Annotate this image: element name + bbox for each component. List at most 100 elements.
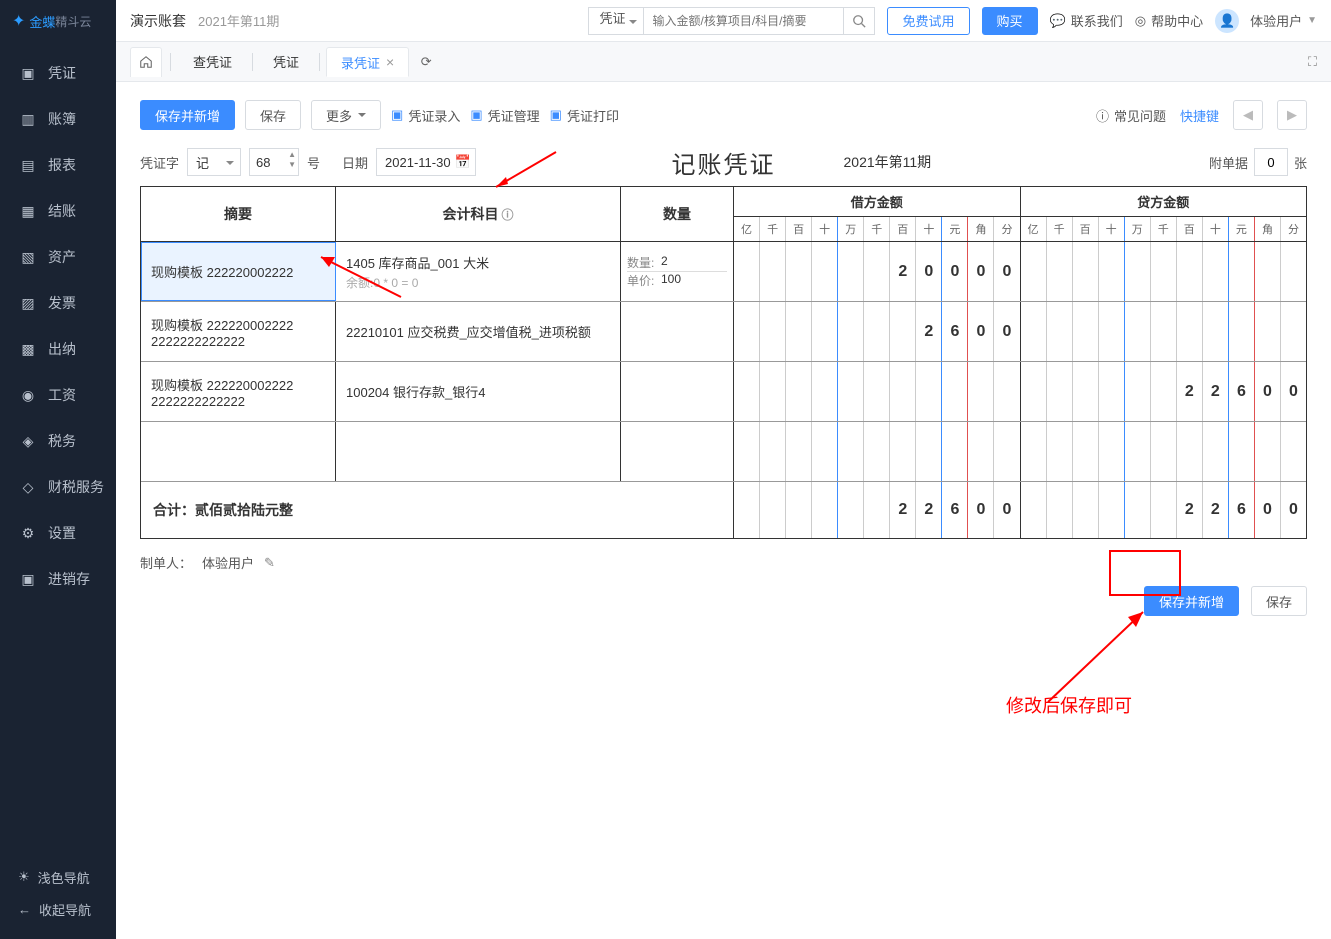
sidebar-footer-item-0[interactable]: ☀浅色导航 bbox=[0, 861, 116, 893]
unit-cell: 千 bbox=[1151, 217, 1177, 241]
save-and-new-button[interactable]: 保存并新增 bbox=[140, 100, 235, 130]
search-input[interactable] bbox=[643, 7, 843, 35]
sidebar-footer-item-1[interactable]: ←收起导航 bbox=[0, 893, 116, 925]
shortcut-link[interactable]: 快捷键 bbox=[1180, 106, 1219, 125]
sidebar-item-3[interactable]: ▦结账 bbox=[0, 188, 116, 234]
faq-link[interactable]: ⓘ常见问题 bbox=[1096, 106, 1166, 125]
amt-cell bbox=[734, 362, 760, 421]
sidebar-item-2[interactable]: ▤报表 bbox=[0, 142, 116, 188]
nav-icon: ▨ bbox=[18, 295, 38, 312]
table-row[interactable]: 现购模板 2222200022221405 库存商品_001 大米余额:0 * … bbox=[141, 242, 1306, 302]
more-button[interactable]: 更多 bbox=[311, 100, 381, 130]
user-menu[interactable]: 👤 体验用户 ▼ bbox=[1215, 9, 1317, 33]
cell-account[interactable]: 22210101 应交税费_应交增值税_进项税额 bbox=[336, 302, 620, 361]
fullscreen-button[interactable]: ⛶ bbox=[1308, 54, 1317, 70]
amt-cell bbox=[734, 302, 760, 361]
voucher-word-select[interactable]: 记 bbox=[187, 148, 241, 176]
buy-button[interactable]: 购买 bbox=[982, 7, 1038, 35]
amt-cell: 0 bbox=[1281, 482, 1306, 538]
voucher-head: 凭证字 记 68 ▲▼ 号 日期 2021-11-30 📅 记账凭证 2021年… bbox=[140, 148, 1307, 176]
edit-maker-icon[interactable]: ✎ bbox=[264, 555, 275, 571]
cell-debit[interactable]: 2600 bbox=[734, 302, 1021, 361]
cell-abstract[interactable]: 现购模板 222220002222 2222222222222 bbox=[141, 302, 335, 361]
unit-cell: 角 bbox=[968, 217, 994, 241]
voucher-number-input[interactable]: 68 ▲▼ bbox=[249, 148, 299, 176]
footer-save-new-button[interactable]: 保存并新增 bbox=[1144, 586, 1239, 616]
cell-credit[interactable]: 22600 bbox=[1021, 362, 1307, 421]
amt-cell: 0 bbox=[942, 242, 968, 301]
nav-icon: ▩ bbox=[18, 341, 38, 358]
cell-credit[interactable] bbox=[1021, 302, 1307, 361]
main: 演示账套 2021年第11期 凭证 免费试用 购买 💬 联系我们 ◎ 帮助中心 … bbox=[116, 0, 1331, 939]
sidebar-item-6[interactable]: ▩出纳 bbox=[0, 326, 116, 372]
sidebar-item-8[interactable]: ◈税务 bbox=[0, 418, 116, 464]
nav-label: 报表 bbox=[48, 155, 76, 175]
cell-abstract[interactable]: 现购模板 222220002222 bbox=[141, 242, 335, 301]
table-row[interactable]: 现购模板 222220002222 2222222222222100204 银行… bbox=[141, 362, 1306, 422]
cell-quantity[interactable] bbox=[621, 302, 733, 361]
amt-cell bbox=[786, 482, 812, 538]
tab-2[interactable]: 录凭证× bbox=[326, 47, 409, 77]
search-button[interactable] bbox=[843, 7, 875, 35]
attach-count-input[interactable] bbox=[1254, 148, 1288, 176]
voucher-manage-link[interactable]: ▣凭证管理 bbox=[470, 106, 539, 125]
amt-cell: 0 bbox=[994, 242, 1019, 301]
cell-credit[interactable] bbox=[1021, 242, 1307, 301]
tab-close-icon[interactable]: × bbox=[386, 54, 394, 70]
tab-refresh[interactable]: ⟳ bbox=[411, 47, 441, 77]
amt-cell bbox=[1281, 302, 1306, 361]
tab-1[interactable]: 凭证 bbox=[259, 47, 313, 77]
sidebar-item-1[interactable]: ▥账簿 bbox=[0, 96, 116, 142]
sidebar-item-4[interactable]: ▧资产 bbox=[0, 234, 116, 280]
cell-debit[interactable] bbox=[734, 422, 1021, 481]
voucher-print-link[interactable]: ▣凭证打印 bbox=[550, 106, 619, 125]
cell-account[interactable]: 1405 库存商品_001 大米余额:0 * 0 = 0 bbox=[336, 242, 620, 301]
cell-credit[interactable] bbox=[1021, 422, 1307, 481]
cell-debit[interactable] bbox=[734, 362, 1021, 421]
sidebar-item-7[interactable]: ◉工资 bbox=[0, 372, 116, 418]
amt-cell bbox=[1281, 242, 1306, 301]
nav-label: 凭证 bbox=[48, 63, 76, 83]
amt-cell bbox=[1151, 362, 1177, 421]
amt-cell bbox=[838, 422, 864, 481]
voucher-entry-link[interactable]: ▣凭证录入 bbox=[391, 106, 460, 125]
sidebar-item-5[interactable]: ▨发票 bbox=[0, 280, 116, 326]
cell-debit[interactable]: 20000 bbox=[734, 242, 1021, 301]
amt-cell bbox=[864, 302, 890, 361]
cell-abstract[interactable] bbox=[141, 422, 335, 481]
sidebar-item-10[interactable]: ⚙设置 bbox=[0, 510, 116, 556]
save-button[interactable]: 保存 bbox=[245, 100, 301, 130]
table-row[interactable]: 现购模板 222220002222 222222222222222210101 … bbox=[141, 302, 1306, 362]
tab-0[interactable]: 查凭证 bbox=[179, 47, 246, 77]
table-row[interactable] bbox=[141, 422, 1306, 482]
amt-cell bbox=[786, 302, 812, 361]
sidebar-item-11[interactable]: ▣进销存 bbox=[0, 556, 116, 602]
cell-account[interactable]: 100204 银行存款_银行4 bbox=[336, 362, 620, 421]
cell-abstract[interactable]: 现购模板 222220002222 2222222222222 bbox=[141, 362, 335, 421]
amt-cell bbox=[812, 362, 838, 421]
cell-quantity[interactable] bbox=[621, 362, 733, 421]
cell-account[interactable] bbox=[336, 422, 620, 481]
date-input[interactable]: 2021-11-30 📅 bbox=[376, 148, 476, 176]
sf-icon: ☀ bbox=[18, 869, 30, 885]
sidebar-item-9[interactable]: ◇财税服务 bbox=[0, 464, 116, 510]
amt-cell: 6 bbox=[942, 482, 968, 538]
footer-save-button[interactable]: 保存 bbox=[1251, 586, 1307, 616]
tab-home[interactable] bbox=[130, 47, 162, 77]
next-voucher-button[interactable]: ▶ bbox=[1277, 100, 1307, 130]
free-trial-button[interactable]: 免费试用 bbox=[887, 7, 969, 35]
cell-quantity[interactable]: 数量:2单价:100 bbox=[621, 242, 733, 301]
amt-cell bbox=[1177, 422, 1203, 481]
sidebar-item-0[interactable]: ▣凭证 bbox=[0, 50, 116, 96]
unit-cell: 元 bbox=[1229, 217, 1255, 241]
unit-cell: 十 bbox=[916, 217, 942, 241]
amt-cell bbox=[1151, 242, 1177, 301]
help-link[interactable]: ◎ 帮助中心 bbox=[1135, 11, 1203, 30]
cell-quantity[interactable] bbox=[621, 422, 733, 481]
help-icon[interactable]: ⓘ bbox=[501, 206, 513, 223]
amt-cell bbox=[994, 422, 1019, 481]
search-type-select[interactable]: 凭证 bbox=[588, 7, 643, 35]
number-stepper[interactable]: ▲▼ bbox=[288, 151, 296, 169]
prev-voucher-button[interactable]: ◀ bbox=[1233, 100, 1263, 130]
contact-link[interactable]: 💬 联系我们 bbox=[1050, 11, 1123, 30]
